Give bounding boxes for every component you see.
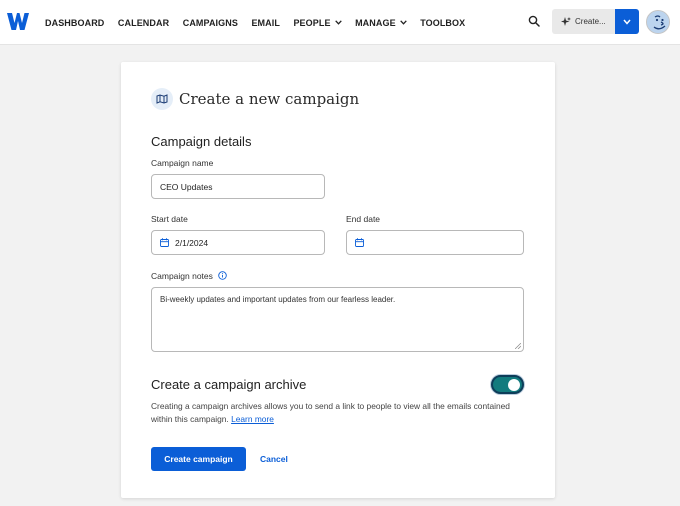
end-date-label: End date bbox=[346, 214, 381, 224]
campaign-notes-textarea[interactable]: Bi-weekly updates and important updates … bbox=[151, 287, 524, 352]
avatar-face-icon bbox=[647, 11, 669, 33]
create-campaign-card: Create a new campaign Campaign details C… bbox=[121, 62, 555, 498]
nav-item-label: MANAGE bbox=[355, 17, 396, 28]
nav-item-label: CAMPAIGNS bbox=[182, 17, 238, 28]
avatar[interactable] bbox=[646, 10, 670, 34]
end-date-input[interactable] bbox=[346, 230, 524, 255]
archive-description-text: Creating a campaign archives allows you … bbox=[151, 401, 510, 424]
chevron-down-icon bbox=[623, 19, 631, 25]
nav-item-label: TOOLBOX bbox=[420, 17, 466, 28]
start-date-value: 2/1/2024 bbox=[175, 237, 209, 248]
campaign-name-input[interactable]: CEO Updates bbox=[151, 174, 325, 199]
resize-handle-icon[interactable] bbox=[515, 343, 521, 349]
cancel-button[interactable]: Cancel bbox=[260, 454, 288, 464]
sparkle-icon bbox=[561, 16, 571, 26]
nav-item-label: DASHBOARD bbox=[45, 17, 105, 28]
campaign-notes-value: Bi-weekly updates and important updates … bbox=[160, 295, 396, 304]
archive-title: Create a campaign archive bbox=[151, 377, 307, 392]
nav-item-label: PEOPLE bbox=[293, 17, 331, 28]
archive-toggle[interactable] bbox=[491, 375, 524, 394]
calendar-icon bbox=[355, 238, 364, 247]
search-icon[interactable] bbox=[528, 15, 540, 27]
chevron-down-icon bbox=[399, 20, 407, 25]
main-nav: DASHBOARD CALENDAR CAMPAIGNS EMAIL PEOPLE MAN… bbox=[45, 0, 479, 45]
create-button[interactable]: Create... bbox=[552, 9, 615, 34]
nav-item-calendar[interactable]: CALENDAR bbox=[118, 18, 169, 28]
nav-item-label: EMAIL bbox=[251, 17, 280, 28]
nav-item-label: CALENDAR bbox=[117, 17, 170, 28]
nav-item-people[interactable]: PEOPLE bbox=[293, 17, 342, 28]
learn-more-link[interactable]: Learn more bbox=[231, 414, 274, 424]
nav-item-dashboard[interactable]: DASHBOARD bbox=[45, 18, 104, 28]
create-dropdown-button[interactable] bbox=[615, 9, 639, 34]
create-campaign-button[interactable]: Create campaign bbox=[151, 447, 246, 471]
start-date-label: Start date bbox=[151, 214, 188, 224]
calendar-icon bbox=[160, 238, 169, 247]
campaign-name-value: CEO Updates bbox=[160, 181, 213, 192]
create-button-label: Create... bbox=[575, 17, 606, 26]
toggle-knob bbox=[508, 379, 520, 391]
nav-item-manage[interactable]: MANAGE bbox=[355, 18, 407, 28]
top-nav-bar: DASHBOARD CALENDAR CAMPAIGNS EMAIL PEOPLE MAN… bbox=[0, 0, 680, 45]
campaign-notes-label: Campaign notes bbox=[151, 271, 213, 281]
chevron-down-icon bbox=[334, 20, 342, 25]
archive-description: Creating a campaign archives allows you … bbox=[151, 400, 531, 425]
map-icon bbox=[156, 94, 168, 104]
w-logo-icon[interactable] bbox=[7, 12, 29, 31]
campaign-title-icon bbox=[151, 88, 173, 110]
campaign-name-label: Campaign name bbox=[151, 158, 214, 168]
nav-item-campaigns[interactable]: CAMPAIGNS bbox=[183, 18, 238, 28]
start-date-input[interactable]: 2/1/2024 bbox=[151, 230, 325, 255]
section-title: Campaign details bbox=[151, 134, 252, 149]
nav-item-email[interactable]: EMAIL bbox=[251, 18, 280, 28]
info-icon[interactable] bbox=[218, 271, 227, 280]
page-title: Create a new campaign bbox=[179, 90, 360, 108]
nav-item-toolbox[interactable]: TOOLBOX bbox=[420, 18, 465, 28]
